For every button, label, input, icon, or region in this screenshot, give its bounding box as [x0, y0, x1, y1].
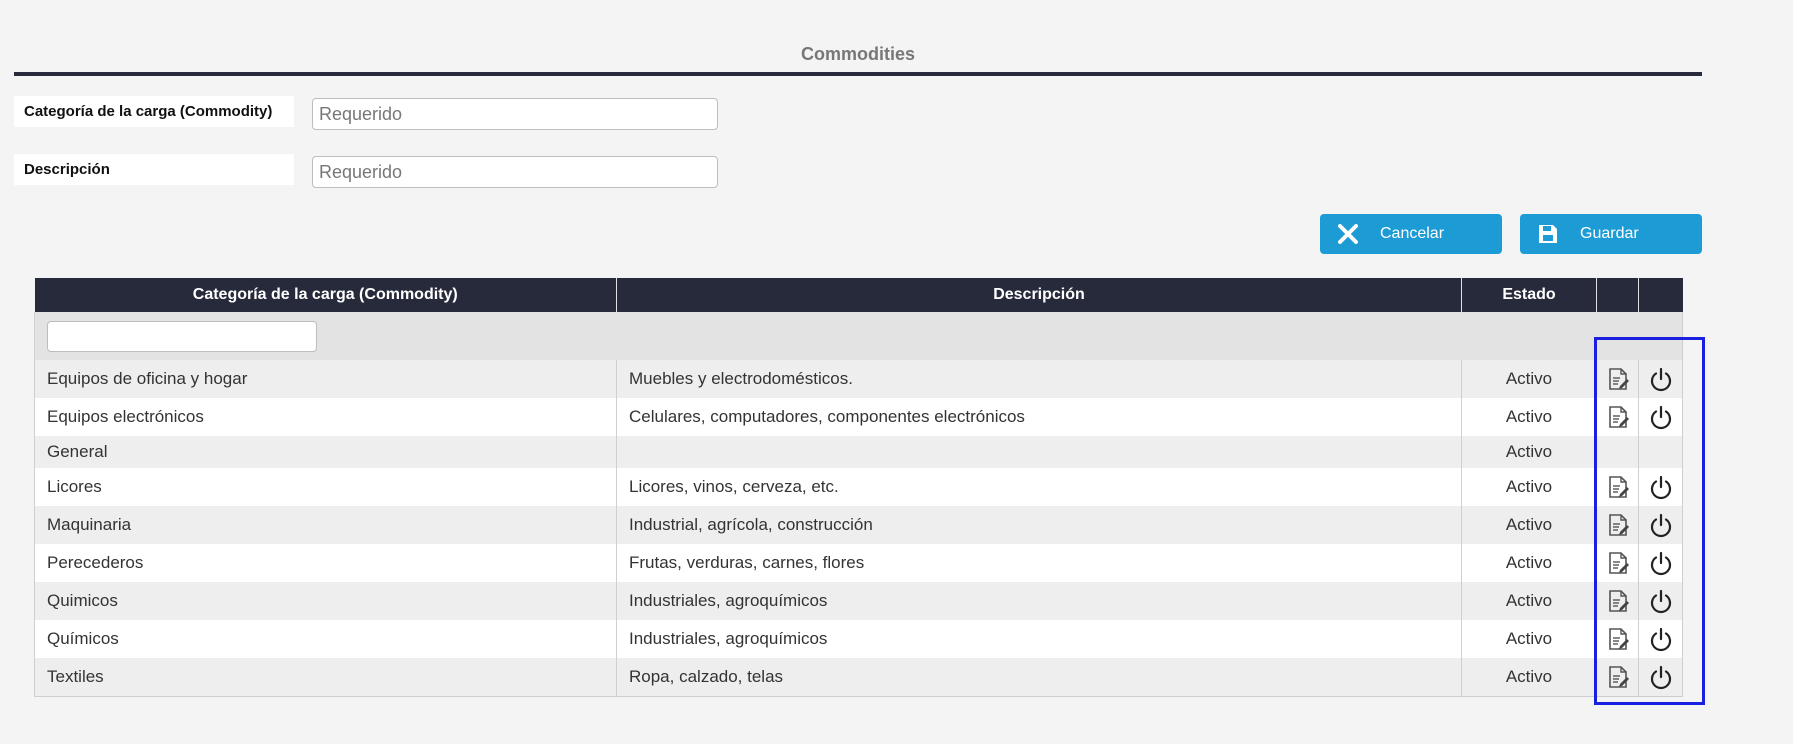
- table-row[interactable]: Maquinaria Industrial, agrícola, construc…: [34, 506, 1683, 544]
- header-toggle: [1638, 278, 1683, 312]
- cell-toggle: [1638, 360, 1683, 398]
- cell-edit: [1596, 658, 1639, 696]
- filter-row: [34, 312, 1683, 360]
- cell-category: Perecederos: [34, 544, 617, 582]
- description-input[interactable]: [312, 156, 718, 188]
- table-row[interactable]: Textiles Ropa, calzado, telas Activo: [34, 658, 1683, 696]
- cell-category: Equipos electrónicos: [34, 398, 617, 436]
- table-row[interactable]: Licores Licores, vinos, cerveza, etc. Acti…: [34, 468, 1683, 506]
- cell-status: Activo: [1461, 436, 1597, 468]
- close-icon: [1326, 215, 1370, 253]
- power-icon[interactable]: [1648, 474, 1674, 500]
- power-icon[interactable]: [1648, 550, 1674, 576]
- cell-description: Muebles y electrodomésticos.: [616, 360, 1462, 398]
- header-description[interactable]: Descripción: [616, 278, 1462, 312]
- cancel-button[interactable]: Cancelar: [1320, 214, 1502, 254]
- cell-category: Textiles: [34, 658, 617, 696]
- edit-document-icon[interactable]: [1605, 588, 1631, 614]
- cell-status: Activo: [1461, 544, 1597, 582]
- edit-document-icon[interactable]: [1605, 664, 1631, 690]
- commodities-table: Categoría de la carga (Commodity) Descri…: [34, 278, 1683, 697]
- cell-toggle: [1638, 506, 1683, 544]
- cell-description: Licores, vinos, cerveza, etc.: [616, 468, 1462, 506]
- commodities-page: Commodities Categoría de la carga (Commo…: [0, 0, 1793, 744]
- cell-toggle: [1638, 658, 1683, 696]
- cell-category: Licores: [34, 468, 617, 506]
- cell-description: Industriales, agroquímicos: [616, 620, 1462, 658]
- table-row[interactable]: Químicos Industriales, agroquímicos Activo: [34, 620, 1683, 658]
- title-divider: [14, 72, 1702, 76]
- header-edit: [1596, 278, 1639, 312]
- cell-edit: [1596, 468, 1639, 506]
- power-icon[interactable]: [1648, 366, 1674, 392]
- edit-document-icon[interactable]: [1605, 626, 1631, 652]
- description-label: Descripción: [14, 154, 294, 185]
- cell-toggle: [1638, 436, 1683, 468]
- cell-status: Activo: [1461, 506, 1597, 544]
- cell-status: Activo: [1461, 398, 1597, 436]
- filter-cell: [34, 312, 1683, 360]
- cancel-button-label: Cancelar: [1380, 225, 1445, 242]
- table-row[interactable]: Equipos electrónicos Celulares, computado…: [34, 398, 1683, 436]
- edit-document-icon[interactable]: [1605, 550, 1631, 576]
- save-button[interactable]: Guardar: [1520, 214, 1702, 254]
- cell-description: Frutas, verduras, carnes, flores: [616, 544, 1462, 582]
- edit-document-icon[interactable]: [1605, 366, 1631, 392]
- section-title: Commodities: [800, 44, 915, 64]
- power-icon[interactable]: [1648, 588, 1674, 614]
- cell-description: [616, 436, 1462, 468]
- table-row[interactable]: Quimicos Industriales, agroquímicos Activo: [34, 582, 1683, 620]
- table-row[interactable]: General Activo: [34, 436, 1683, 468]
- category-label: Categoría de la carga (Commodity): [14, 96, 294, 127]
- power-icon[interactable]: [1648, 404, 1674, 430]
- cell-category: Equipos de oficina y hogar: [34, 360, 617, 398]
- cell-category: General: [34, 436, 617, 468]
- cell-category: Quimicos: [34, 582, 617, 620]
- cell-category: Maquinaria: [34, 506, 617, 544]
- cell-description: Ropa, calzado, telas: [616, 658, 1462, 696]
- cell-toggle: [1638, 468, 1683, 506]
- cell-edit: [1596, 360, 1639, 398]
- power-icon[interactable]: [1648, 664, 1674, 690]
- edit-document-icon[interactable]: [1605, 512, 1631, 538]
- cell-description: Celulares, computadores, componentes ele…: [616, 398, 1462, 436]
- category-filter-input[interactable]: [47, 320, 317, 352]
- cell-edit: [1596, 506, 1639, 544]
- header-status[interactable]: Estado: [1461, 278, 1597, 312]
- cell-edit: [1596, 398, 1639, 436]
- cell-status: Activo: [1461, 620, 1597, 658]
- category-input[interactable]: [312, 98, 718, 130]
- edit-document-icon[interactable]: [1605, 474, 1631, 500]
- table-row[interactable]: Perecederos Frutas, verduras, carnes, flo…: [34, 544, 1683, 582]
- table-header-row: Categoría de la carga (Commodity) Descri…: [34, 278, 1683, 312]
- cell-toggle: [1638, 620, 1683, 658]
- cell-edit: [1596, 436, 1639, 468]
- cell-description: Industrial, agrícola, construcción: [616, 506, 1462, 544]
- cell-status: Activo: [1461, 468, 1597, 506]
- power-icon[interactable]: [1648, 626, 1674, 652]
- cell-edit: [1596, 620, 1639, 658]
- cell-toggle: [1638, 582, 1683, 620]
- floppy-disk-icon: [1526, 215, 1570, 253]
- cell-description: Industriales, agroquímicos: [616, 582, 1462, 620]
- header-category[interactable]: Categoría de la carga (Commodity): [34, 278, 617, 312]
- cell-edit: [1596, 544, 1639, 582]
- cell-toggle: [1638, 544, 1683, 582]
- edit-document-icon[interactable]: [1605, 404, 1631, 430]
- cell-category: Químicos: [34, 620, 617, 658]
- cell-status: Activo: [1461, 658, 1597, 696]
- cell-toggle: [1638, 398, 1683, 436]
- cell-edit: [1596, 582, 1639, 620]
- table-row[interactable]: Equipos de oficina y hogar Muebles y elec…: [34, 360, 1683, 398]
- save-button-label: Guardar: [1580, 225, 1639, 242]
- cell-status: Activo: [1461, 582, 1597, 620]
- power-icon[interactable]: [1648, 512, 1674, 538]
- cell-status: Activo: [1461, 360, 1597, 398]
